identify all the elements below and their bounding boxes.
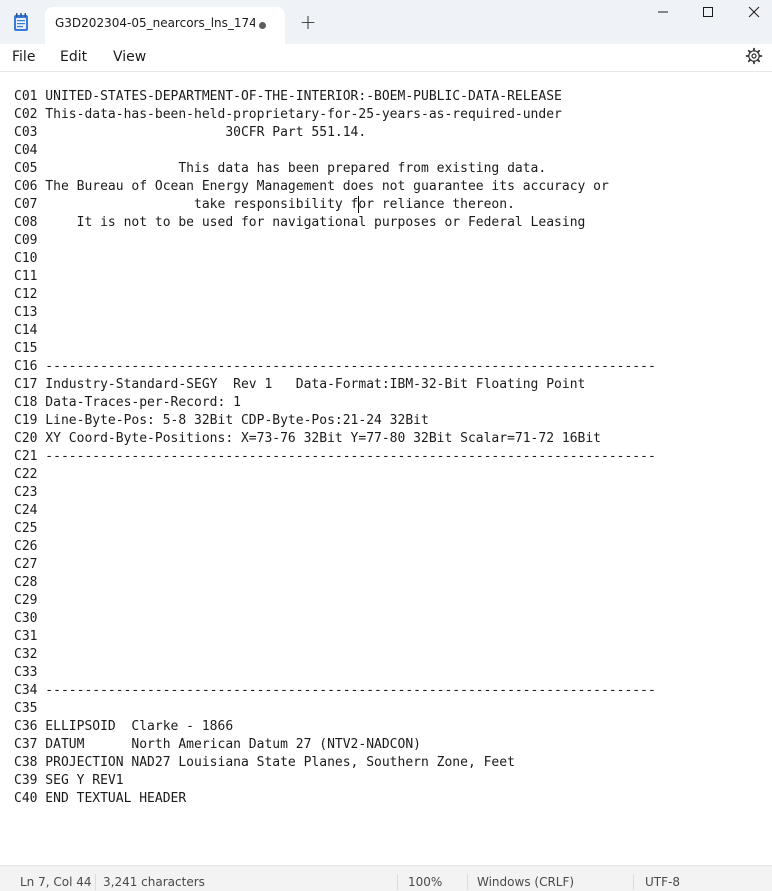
text-line[interactable]: C07 take responsibility for reliance the…	[14, 196, 656, 214]
text-line[interactable]: C35	[14, 700, 656, 718]
text-line[interactable]: C15	[14, 340, 656, 358]
text-line[interactable]: C24	[14, 502, 656, 520]
text-line[interactable]: C17 Industry-Standard-SEGY Rev 1 Data-Fo…	[14, 376, 656, 394]
text-line[interactable]: C05 This data has been prepared from exi…	[14, 160, 656, 178]
text-editor[interactable]: C01 UNITED-STATES-DEPARTMENT-OF-THE-INTE…	[0, 73, 772, 865]
character-count: 3,241 characters	[103, 875, 205, 889]
text-line[interactable]: C12	[14, 286, 656, 304]
line-ending[interactable]: Windows (CRLF)	[477, 875, 574, 889]
text-line[interactable]: C37 DATUM North American Datum 27 (NTV2-…	[14, 736, 656, 754]
minimize-icon	[658, 11, 668, 13]
maximize-icon	[703, 7, 713, 17]
notepad-icon	[14, 13, 28, 31]
text-line[interactable]: C22	[14, 466, 656, 484]
text-line[interactable]: C30	[14, 610, 656, 628]
text-line[interactable]: C28	[14, 574, 656, 592]
text-line[interactable]: C10	[14, 250, 656, 268]
text-line[interactable]: C32	[14, 646, 656, 664]
status-divider	[633, 874, 634, 890]
text-line[interactable]: C31	[14, 628, 656, 646]
text-line[interactable]: C04	[14, 142, 656, 160]
cursor-position: Ln 7, Col 44	[20, 875, 92, 889]
text-line[interactable]: C40 END TEXTUAL HEADER	[14, 790, 656, 808]
text-line[interactable]: C25	[14, 520, 656, 538]
text-line[interactable]: C03 30CFR Part 551.14.	[14, 124, 656, 142]
status-divider	[467, 874, 468, 890]
text-line[interactable]: C06 The Bureau of Ocean Energy Managemen…	[14, 178, 656, 196]
title-bar: G3D202304-05_nearcors_lns_1744- +	[0, 0, 772, 44]
text-line[interactable]: C26	[14, 538, 656, 556]
menu-view[interactable]: View	[113, 49, 146, 65]
menu-file[interactable]: File	[12, 49, 35, 65]
text-line[interactable]: C33	[14, 664, 656, 682]
text-line[interactable]: C38 PROJECTION NAD27 Louisiana State Pla…	[14, 754, 656, 772]
status-divider	[397, 874, 398, 890]
encoding[interactable]: UTF-8	[645, 875, 680, 889]
menu-bar: File Edit View	[0, 44, 772, 72]
text-line[interactable]: C36 ELLIPSOID Clarke - 1866	[14, 718, 656, 736]
text-line[interactable]: C34 ------------------------------------…	[14, 682, 656, 700]
maximize-button[interactable]	[685, 0, 731, 28]
status-divider	[95, 874, 96, 890]
text-caret	[358, 196, 359, 213]
text-line[interactable]: C14	[14, 322, 656, 340]
unsaved-dot-icon[interactable]	[259, 22, 266, 29]
text-line[interactable]: C23	[14, 484, 656, 502]
text-line[interactable]: C13	[14, 304, 656, 322]
close-button[interactable]	[731, 0, 772, 28]
close-icon	[748, 6, 760, 18]
text-line[interactable]: C21 ------------------------------------…	[14, 448, 656, 466]
text-line[interactable]: C18 Data-Traces-per-Record: 1	[14, 394, 656, 412]
zoom-level[interactable]: 100%	[408, 875, 442, 889]
text-line[interactable]: C27	[14, 556, 656, 574]
text-line[interactable]: C02 This-data-has-been-held-proprietary-…	[14, 106, 656, 124]
text-line[interactable]: C19 Line-Byte-Pos: 5-8 32Bit CDP-Byte-Po…	[14, 412, 656, 430]
gear-icon[interactable]	[745, 47, 763, 65]
text-line[interactable]: C20 XY Coord-Byte-Positions: X=73-76 32B…	[14, 430, 656, 448]
new-tab-button[interactable]: +	[296, 11, 320, 35]
document-tab[interactable]: G3D202304-05_nearcors_lns_1744-	[45, 7, 285, 44]
minimize-button[interactable]	[640, 0, 686, 28]
text-line[interactable]: C08 It is not to be used for navigationa…	[14, 214, 656, 232]
editor-lines[interactable]: C01 UNITED-STATES-DEPARTMENT-OF-THE-INTE…	[14, 88, 656, 808]
text-line[interactable]: C01 UNITED-STATES-DEPARTMENT-OF-THE-INTE…	[14, 88, 656, 106]
text-line[interactable]: C29	[14, 592, 656, 610]
text-line[interactable]: C11	[14, 268, 656, 286]
status-bar: Ln 7, Col 44 3,241 characters 100% Windo…	[0, 865, 772, 891]
text-line[interactable]: C39 SEG Y REV1	[14, 772, 656, 790]
text-line[interactable]: C16 ------------------------------------…	[14, 358, 656, 376]
text-line[interactable]: C09	[14, 232, 656, 250]
tab-title: G3D202304-05_nearcors_lns_1744-	[55, 16, 255, 30]
menu-edit[interactable]: Edit	[60, 49, 87, 65]
